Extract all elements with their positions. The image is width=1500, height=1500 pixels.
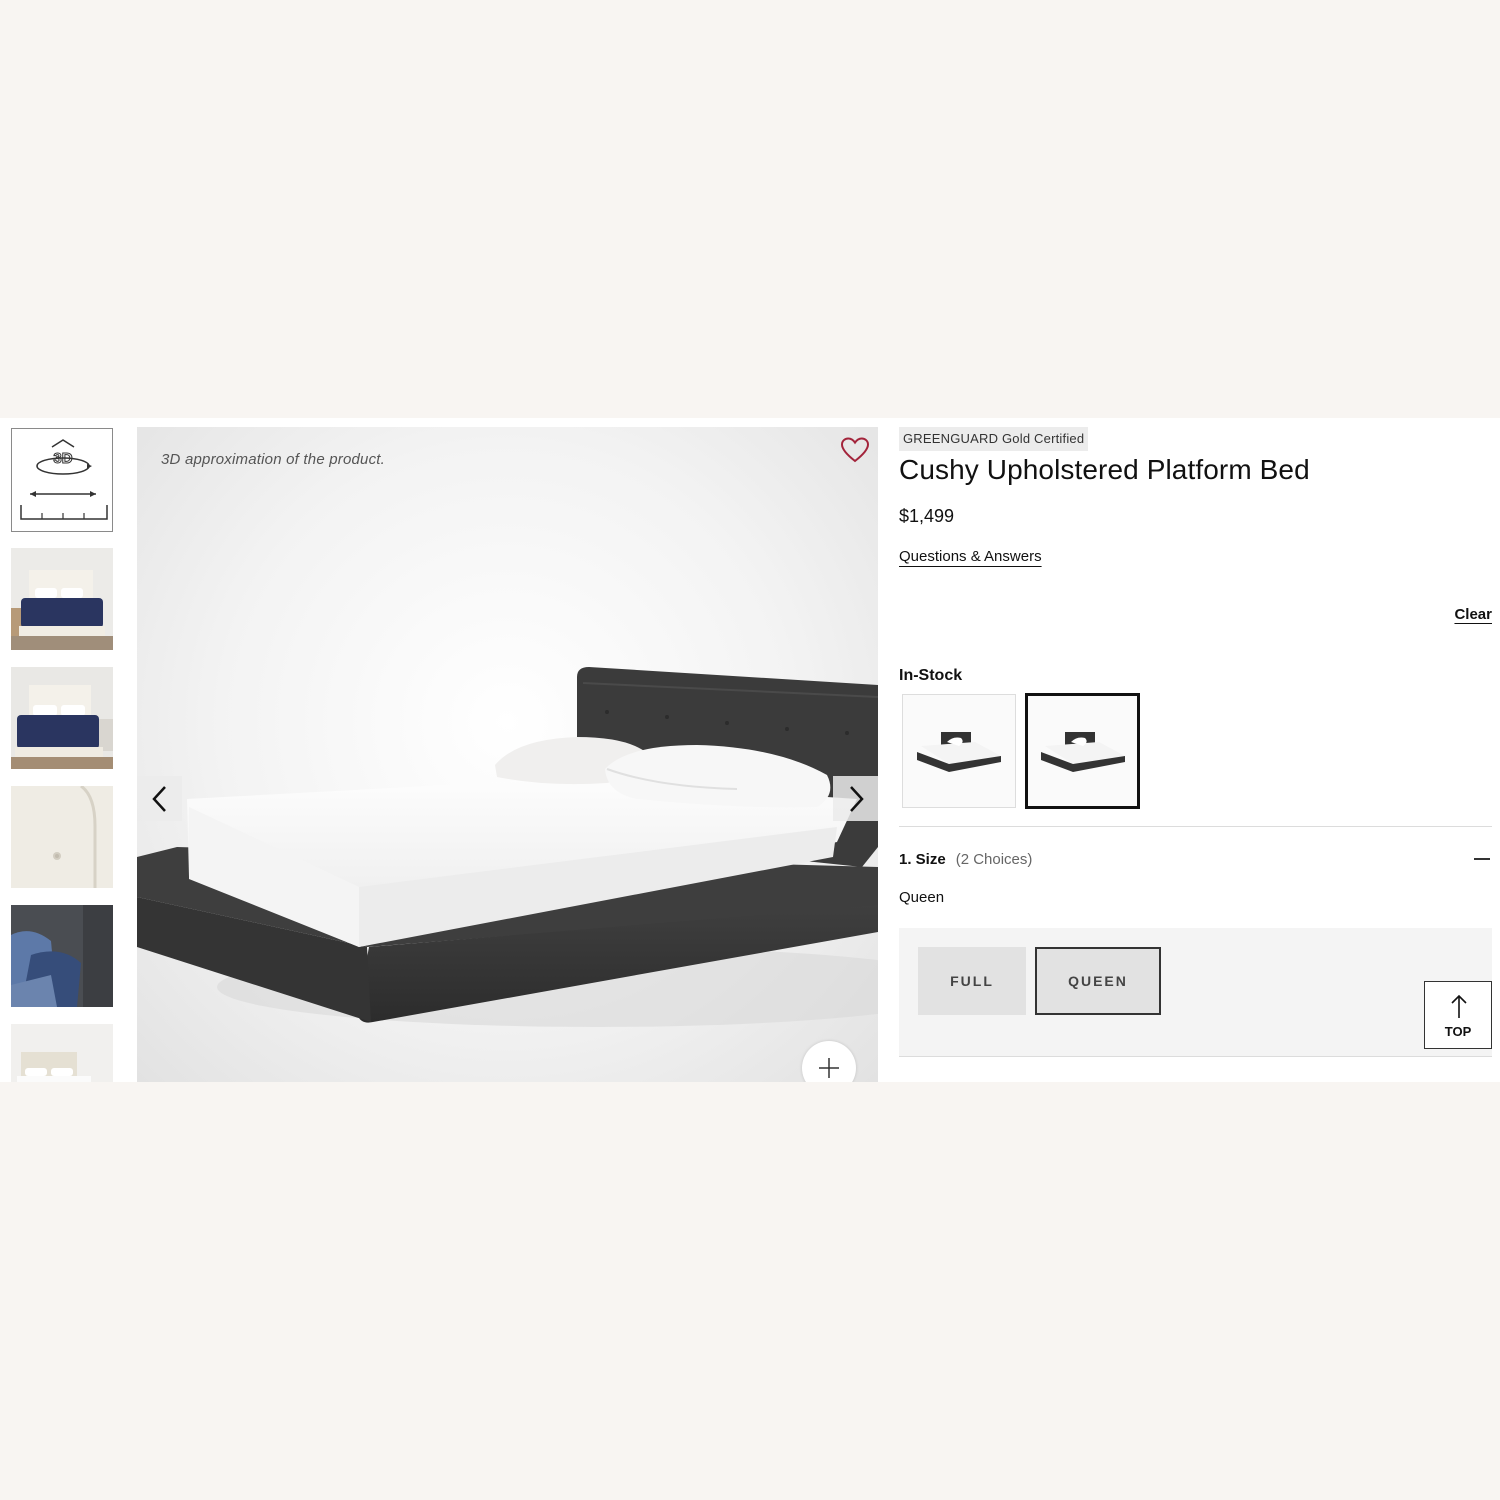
- thumbnail-rail[interactable]: 3D: [10, 428, 114, 1082]
- divider: [899, 826, 1492, 827]
- chevron-left-icon: [151, 785, 166, 812]
- bedroom-photo: [11, 548, 113, 650]
- collapse-minus-icon[interactable]: [1472, 849, 1492, 869]
- in-stock-option-2-selected[interactable]: [1025, 693, 1140, 809]
- selected-size-value: Queen: [899, 889, 945, 906]
- product-price: $1,499: [899, 506, 955, 526]
- product-3d-viewer[interactable]: 3D approximation of the product.: [137, 427, 878, 1082]
- size-options-box: FULL QUEEN: [899, 928, 1492, 1056]
- size-choices-count: (2 Choices): [955, 851, 1033, 868]
- size-option-full[interactable]: FULL: [918, 947, 1026, 1015]
- viewer-caption: 3D approximation of the product.: [161, 451, 386, 468]
- product-panel: 3D 3D approximation of the product. GREE…: [0, 418, 1500, 1082]
- clear-selection-link[interactable]: Clear: [1454, 606, 1492, 623]
- thumbnail-bedroom-navy[interactable]: [11, 548, 113, 650]
- thumbnail-ivory-bed[interactable]: [11, 1024, 113, 1082]
- thumbnail-bedroom-navy-alt[interactable]: [11, 667, 113, 769]
- in-stock-option-1[interactable]: [902, 694, 1016, 808]
- bed-swatch-image: [917, 732, 1001, 772]
- size-option-queen-selected[interactable]: QUEEN: [1035, 947, 1161, 1015]
- plus-icon: [819, 1058, 839, 1078]
- product-info: GREENGUARD Gold Certified Cushy Upholste…: [899, 418, 1492, 1082]
- questions-answers-link[interactable]: Questions & Answers: [899, 548, 1042, 565]
- next-image-button[interactable]: [833, 776, 878, 821]
- thumbnail-3d-view[interactable]: 3D: [11, 428, 113, 532]
- thumbnail-gray-corner[interactable]: [11, 905, 113, 1007]
- 3d-rotate-icon: 3D: [20, 439, 108, 520]
- previous-image-button[interactable]: [137, 776, 182, 821]
- favorite-heart-icon[interactable]: [840, 435, 870, 465]
- back-to-top-label: TOP: [1444, 1024, 1472, 1039]
- in-stock-label: In-Stock: [899, 667, 963, 684]
- size-section-header[interactable]: 1. Size (2 Choices): [899, 851, 1032, 868]
- gray-bed-photo: [11, 905, 113, 1007]
- bed-swatch-image: [1040, 732, 1125, 772]
- back-to-top-button[interactable]: TOP: [1424, 981, 1492, 1049]
- thumbnail-headboard-detail[interactable]: [11, 786, 113, 888]
- product-title: Cushy Upholstered Platform Bed: [899, 454, 1310, 485]
- arrow-up-icon: [1451, 994, 1467, 1018]
- bedroom-photo-alt: [11, 667, 113, 769]
- divider: [899, 1056, 1492, 1057]
- chevron-right-icon: [849, 785, 864, 812]
- size-step-label: 1. Size: [899, 851, 946, 868]
- ivory-bed-photo: [11, 1024, 113, 1082]
- bed-render: [137, 667, 878, 1027]
- certification-badge: GREENGUARD Gold Certified: [899, 427, 1089, 451]
- tufting-photo: [11, 786, 113, 888]
